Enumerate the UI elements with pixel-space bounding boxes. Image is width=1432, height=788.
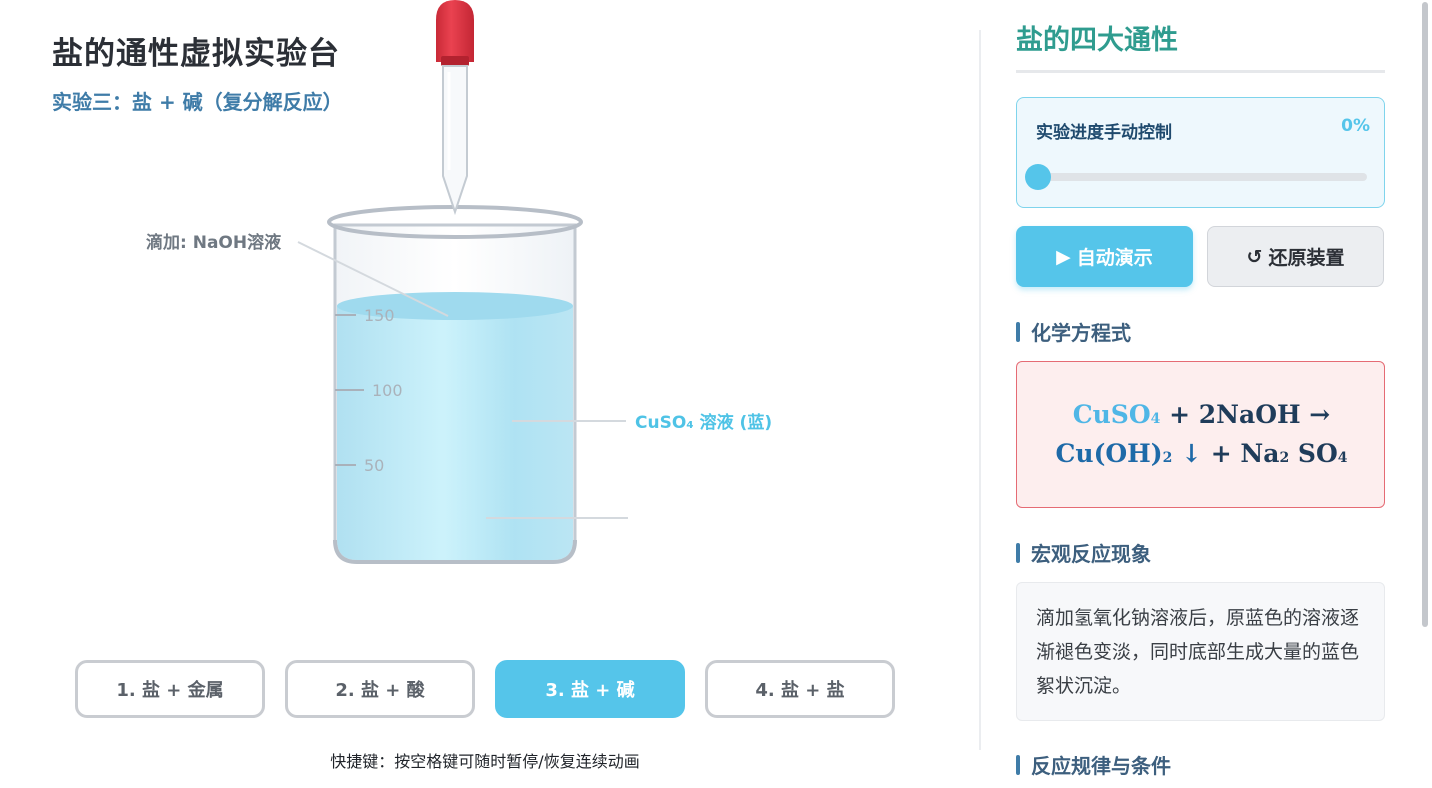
equation-line-2: Cu(OH)2 ↓ + Na2 SO4 bbox=[1017, 439, 1386, 468]
heading-bar bbox=[1016, 542, 1020, 563]
dropper-tube bbox=[442, 65, 468, 216]
equation-heading: 化学方程式 bbox=[1016, 317, 1131, 346]
mark-150: 150 bbox=[364, 306, 395, 325]
experiment-button-salt-salt[interactable]: 4. 盐 + 盐 bbox=[705, 660, 895, 718]
dropper bbox=[436, 0, 474, 216]
progress-card: 实验进度手动控制 0% bbox=[1016, 97, 1385, 208]
auto-demo-label: 自动演示 bbox=[1076, 247, 1153, 269]
equation-heading-text: 化学方程式 bbox=[1031, 321, 1131, 345]
equation-line-1: CuSO4 + 2NaOH → bbox=[1017, 400, 1386, 429]
product-na2so4: + Na2 SO4 bbox=[1202, 439, 1348, 468]
progress-label: 实验进度手动控制 bbox=[1036, 123, 1172, 143]
product-cuoh2: Cu(OH)2 bbox=[1055, 439, 1173, 468]
experiment-button-salt-acid[interactable]: 2. 盐 + 酸 bbox=[285, 660, 475, 718]
progress-slider-knob[interactable] bbox=[1025, 164, 1051, 190]
sidebar-title-underline bbox=[1016, 70, 1385, 73]
reset-icon: ↺ bbox=[1246, 245, 1263, 268]
experiment-button-salt-base[interactable]: 3. 盐 + 碱 bbox=[495, 660, 685, 718]
solution-label: CuSO₄ 溶液 (蓝) bbox=[635, 413, 773, 433]
play-icon: ▶ bbox=[1056, 245, 1071, 268]
dropper-collar bbox=[441, 56, 469, 66]
sidebar-title: 盐的四大通性 bbox=[1016, 25, 1178, 56]
sidebar-scrollbar[interactable] bbox=[1422, 2, 1428, 627]
progress-slider[interactable] bbox=[1025, 164, 1367, 190]
panel-divider bbox=[979, 30, 981, 750]
rules-heading-text: 反应规律与条件 bbox=[1031, 754, 1171, 778]
solution-liquid bbox=[337, 306, 573, 560]
reset-button[interactable]: ↺ 还原装置 bbox=[1207, 226, 1384, 287]
sidebar: 盐的四大通性 实验进度手动控制 0% ▶ 自动演示 ↺ 还原装置 化学方程式 C… bbox=[1016, 0, 1385, 788]
dropper-bulb bbox=[436, 0, 474, 62]
heading-bar bbox=[1016, 321, 1020, 342]
phenomenon-heading: 宏观反应现象 bbox=[1016, 538, 1151, 567]
experiment-button-salt-metal[interactable]: 1. 盐 + 金属 bbox=[75, 660, 265, 718]
phenomenon-heading-text: 宏观反应现象 bbox=[1031, 542, 1151, 566]
dropper-label: 滴加: NaOH溶液 bbox=[146, 233, 282, 253]
mark-100: 100 bbox=[372, 381, 403, 400]
rules-heading: 反应规律与条件 bbox=[1016, 750, 1171, 779]
mark-50: 50 bbox=[364, 456, 384, 475]
reset-label: 还原装置 bbox=[1268, 247, 1345, 269]
keyboard-hint: 快捷键：按空格键可随时暂停/恢复连续动画 bbox=[330, 752, 640, 771]
phenomenon-card: 滴加氢氧化钠溶液后，原蓝色的溶液逐渐褪色变淡，同时底部生成大量的蓝色絮状沉淀。 bbox=[1016, 582, 1385, 721]
auto-demo-button[interactable]: ▶ 自动演示 bbox=[1016, 226, 1193, 287]
progress-value: 0% bbox=[1341, 116, 1370, 136]
phenomenon-text: 滴加氢氧化钠溶液后，原蓝色的溶液逐渐褪色变淡，同时底部生成大量的蓝色絮状沉淀。 bbox=[1036, 607, 1360, 697]
lab-stage: 盐的通性虚拟实验台 实验三：盐 + 碱（复分解反应） 150 100 50 滴加… bbox=[0, 0, 980, 788]
heading-bar bbox=[1016, 754, 1020, 775]
reactant-naoh: + 2NaOH → bbox=[1160, 400, 1331, 429]
precipitate-arrow: ↓ bbox=[1172, 439, 1203, 468]
reactant-cuso4: CuSO4 bbox=[1072, 400, 1161, 429]
equation-card: CuSO4 + 2NaOH → Cu(OH)2 ↓ + Na2 SO4 bbox=[1016, 361, 1385, 508]
